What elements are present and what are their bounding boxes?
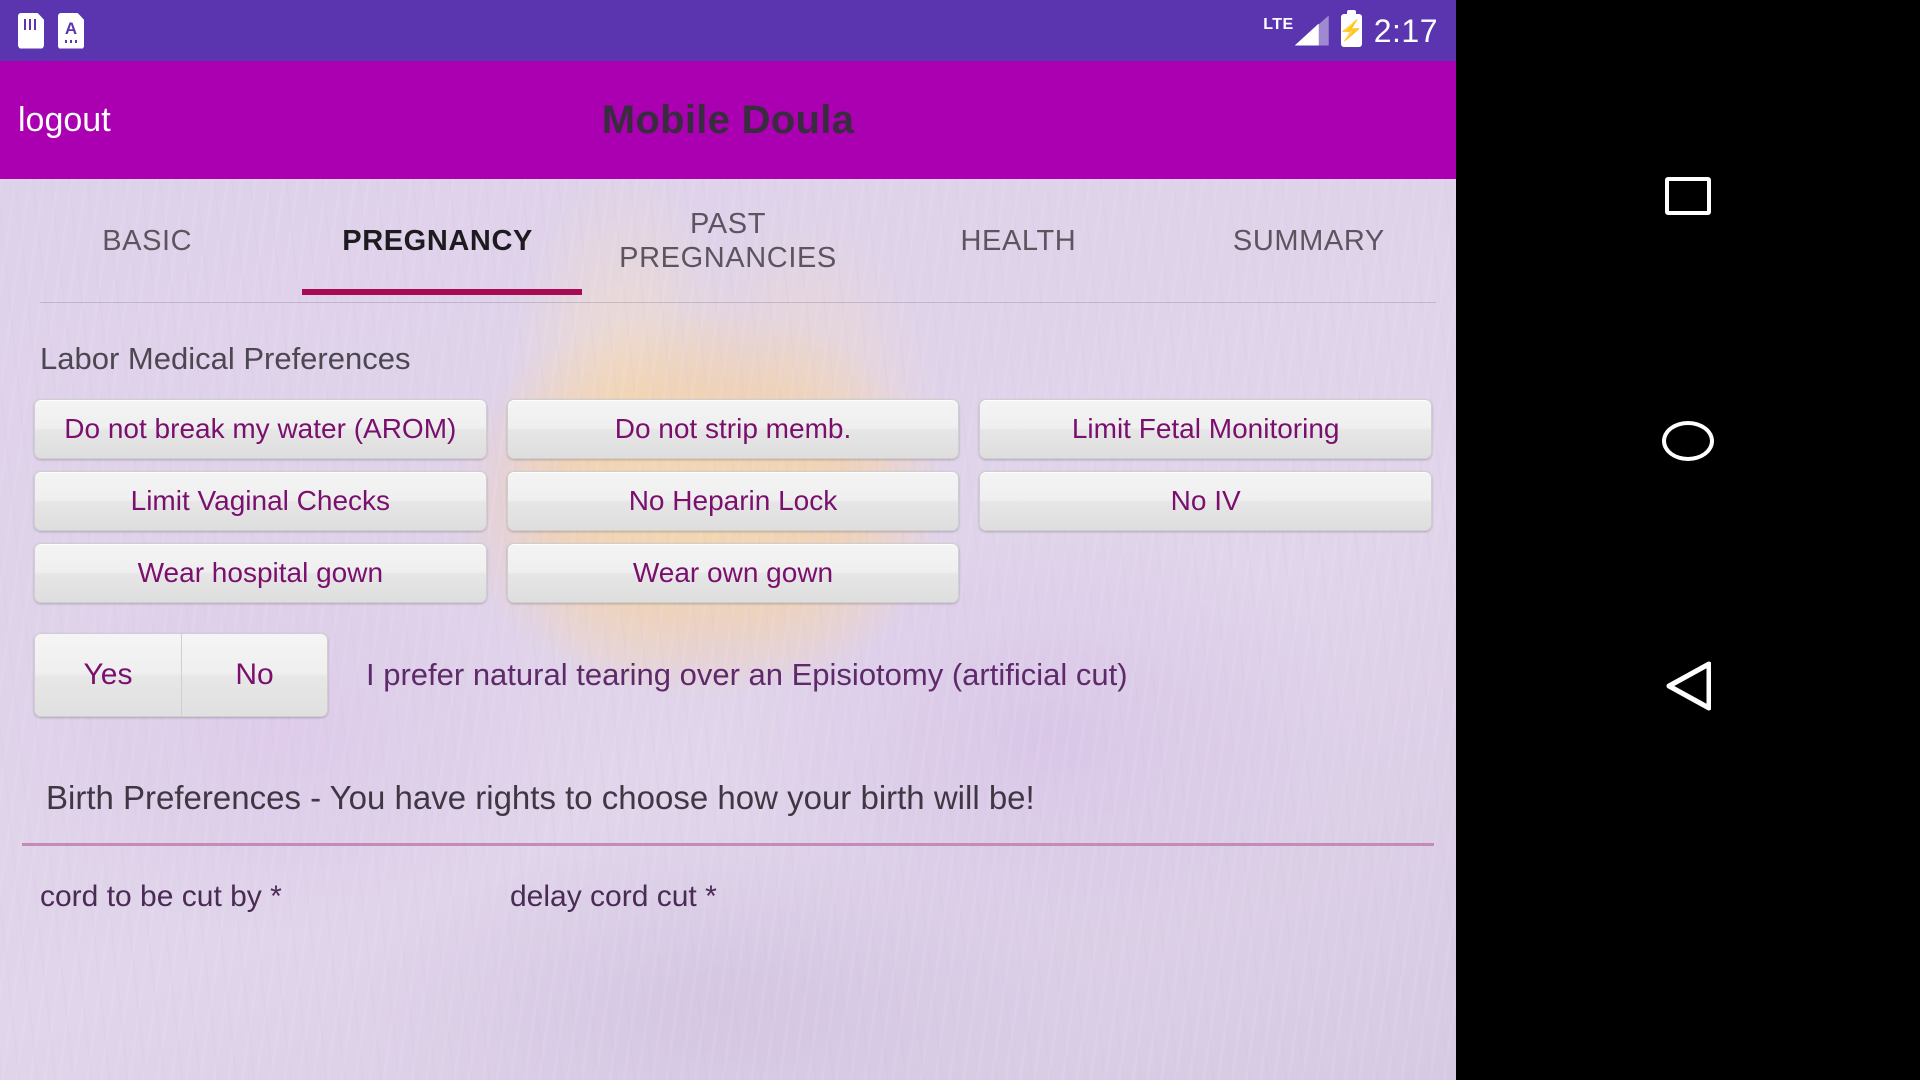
content-area: BASIC PREGNANCY PAST PREGNANCIES HEALTH … (0, 179, 1456, 1080)
tab-health[interactable]: HEALTH (873, 179, 1163, 303)
circle-icon (1662, 421, 1714, 461)
birth-preferences-fields-row: cord to be cut by * delay cord cut * (0, 880, 1456, 914)
field-label-delay-cord-cut[interactable]: delay cord cut * (510, 880, 980, 914)
square-icon (1665, 177, 1711, 215)
phone-screen: A LTE ⚡ 2:17 logout Mobile Doula BASIC P… (0, 0, 1456, 1080)
tab-pregnancy[interactable]: PREGNANCY (292, 179, 582, 303)
status-bar-right-icons: LTE ⚡ 2:17 (1263, 10, 1438, 49)
episiotomy-yes-button[interactable]: Yes (35, 634, 181, 716)
network-status: LTE (1263, 16, 1329, 46)
status-bar-clock: 2:17 (1373, 12, 1438, 49)
episiotomy-preference-row: Yes No I prefer natural tearing over an … (0, 633, 1456, 717)
pref-button-do-not-break-water[interactable]: Do not break my water (AROM) (34, 399, 487, 459)
home-button-icon[interactable] (1657, 410, 1719, 472)
signal-bars-icon (1295, 16, 1329, 46)
back-button-icon[interactable] (1657, 655, 1719, 717)
sim-card-icon (18, 12, 44, 49)
sim-card-a-icon: A (58, 12, 84, 49)
triangle-left-icon (1665, 660, 1711, 712)
pref-button-no-heparin-lock[interactable]: No Heparin Lock (506, 471, 960, 531)
battery-charging-icon: ⚡ (1338, 10, 1364, 47)
field-label-cord-to-be-cut-by[interactable]: cord to be cut by * (40, 880, 510, 914)
tab-basic[interactable]: BASIC (2, 179, 292, 303)
android-navigation-bar (1456, 0, 1920, 1080)
episiotomy-statement: I prefer natural tearing over an Episiot… (366, 657, 1128, 692)
lte-label: LTE (1263, 15, 1294, 33)
birth-preferences-heading: Birth Preferences - You have rights to c… (46, 779, 1035, 816)
birth-preferences-divider (22, 843, 1434, 846)
tab-past-pregnancies[interactable]: PAST PREGNANCIES (583, 179, 873, 303)
page-title: Mobile Doula (601, 97, 855, 142)
pref-button-limit-vaginal-checks[interactable]: Limit Vaginal Checks (34, 471, 487, 531)
pref-button-do-not-strip-memb[interactable]: Do not strip memb. (506, 399, 960, 459)
labor-preferences-heading: Labor Medical Preferences (40, 341, 411, 376)
app-bar: logout Mobile Doula (0, 61, 1456, 179)
status-bar: A LTE ⚡ 2:17 (0, 0, 1456, 61)
sim-card-a-letter: A (64, 19, 78, 38)
recents-button-icon[interactable] (1664, 172, 1712, 220)
status-bar-left-icons: A (18, 12, 84, 49)
tab-bar-divider (40, 302, 1436, 303)
tab-bar: BASIC PREGNANCY PAST PREGNANCIES HEALTH … (0, 179, 1456, 303)
episiotomy-no-button[interactable]: No (181, 634, 327, 716)
pref-button-no-iv[interactable]: No IV (979, 471, 1432, 531)
pref-button-wear-own-gown[interactable]: Wear own gown (506, 543, 960, 603)
tab-summary[interactable]: SUMMARY (1164, 179, 1454, 303)
pref-button-limit-fetal-monitoring[interactable]: Limit Fetal Monitoring (979, 399, 1432, 459)
active-tab-indicator (302, 289, 582, 295)
pref-button-wear-hospital-gown[interactable]: Wear hospital gown (34, 543, 487, 603)
labor-preferences-grid: Do not break my water (AROM) Do not stri… (0, 399, 1456, 603)
episiotomy-yes-no-toggle: Yes No (34, 633, 328, 717)
charging-bolt-icon: ⚡ (1338, 19, 1364, 42)
logout-button[interactable]: logout (18, 103, 111, 137)
